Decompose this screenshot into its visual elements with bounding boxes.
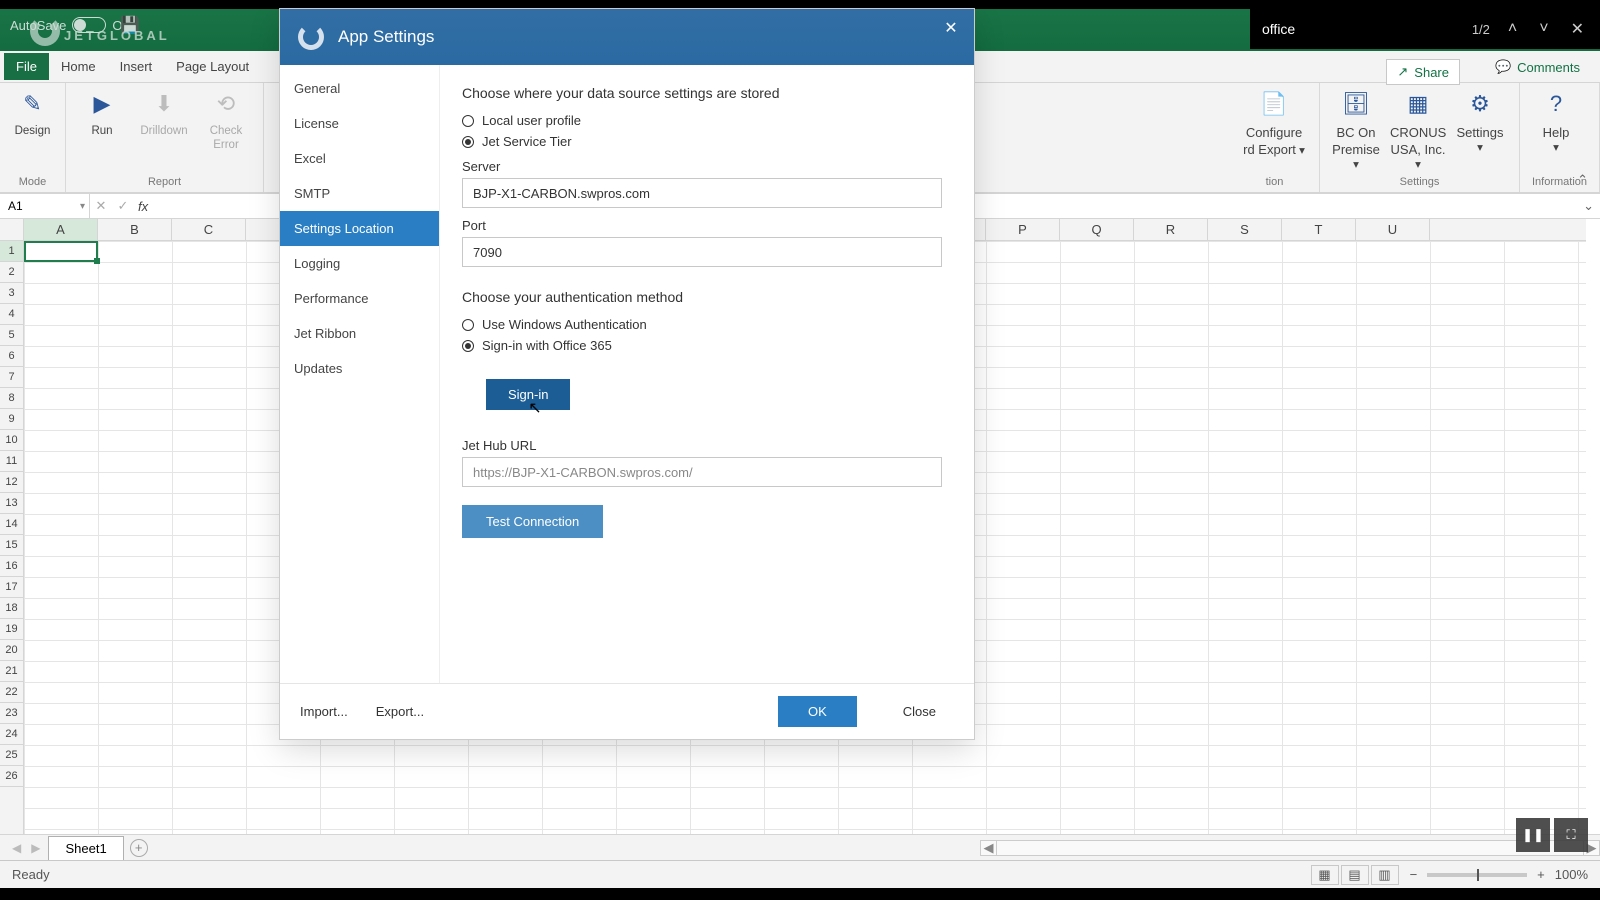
comments-button[interactable]: 💬Comments — [1495, 59, 1580, 75]
app-settings-dialog: App Settings ✕ General License Excel SMT… — [280, 9, 974, 739]
autosave-toggle[interactable]: AutoSave Off — [10, 17, 129, 33]
page-search-bar: office 1/2 ˄ ˅ ✕ — [1250, 9, 1600, 49]
server-input[interactable] — [462, 178, 942, 208]
help-button[interactable]: ?Help▾ — [1528, 87, 1584, 156]
name-box[interactable]: A1 — [0, 194, 90, 218]
cronus-button[interactable]: ▦CRONUS USA, Inc. ▾ — [1390, 87, 1446, 172]
save-icon[interactable]: 💾 — [120, 15, 140, 35]
zoom-in-icon[interactable]: + — [1537, 867, 1545, 882]
dialog-header: App Settings ✕ — [280, 9, 974, 65]
sidebar-item-logging[interactable]: Logging — [280, 246, 439, 281]
pause-icon[interactable]: ❚❚ — [1516, 818, 1550, 852]
sidebar-item-license[interactable]: License — [280, 106, 439, 141]
enter-formula-icon[interactable]: ✓ — [112, 198, 134, 214]
close-button[interactable]: Close — [885, 696, 954, 727]
sheet-nav-next-icon[interactable]: ▶ — [29, 841, 42, 855]
sidebar-item-general[interactable]: General — [280, 71, 439, 106]
normal-view-icon[interactable]: ▦ — [1311, 865, 1339, 885]
search-term: office — [1262, 21, 1458, 37]
dialog-close-icon[interactable]: ✕ — [936, 13, 966, 43]
comment-icon: 💬 — [1495, 59, 1511, 75]
add-sheet-icon[interactable]: + — [130, 839, 148, 857]
export-button[interactable]: Export... — [376, 704, 424, 719]
jet-logo-icon — [298, 24, 324, 50]
ok-button[interactable]: OK — [778, 696, 857, 727]
tab-insert[interactable]: Insert — [108, 53, 165, 80]
design-button[interactable]: ✎Design — [8, 87, 57, 139]
sidebar-item-jet-ribbon[interactable]: Jet Ribbon — [280, 316, 439, 351]
sheet-tab-bar: ◀ ▶ Sheet1 + ◀▶ — [0, 834, 1600, 860]
run-button[interactable]: ▶Run — [74, 87, 130, 139]
sidebar-item-updates[interactable]: Updates — [280, 351, 439, 386]
drilldown-button: ⬇Drilldown — [136, 87, 192, 139]
configure-export-button[interactable]: 📄Configurerd Export ▾ — [1238, 87, 1310, 159]
zoom-out-icon[interactable]: − — [1410, 867, 1418, 882]
brand-watermark: JETGLOBAL — [30, 15, 170, 47]
check-error-button: ⟲Check Error — [198, 87, 254, 153]
sidebar-item-settings-location[interactable]: Settings Location — [280, 211, 439, 246]
horizontal-scrollbar[interactable]: ◀▶ — [980, 840, 1600, 856]
cursor-icon: ↖ — [528, 398, 541, 418]
row-headers[interactable]: 123 456 789 101112 131415 161718 192021 … — [0, 241, 24, 834]
sign-in-button[interactable]: Sign-in↖ — [486, 379, 570, 410]
search-next-icon[interactable]: ˅ — [1535, 18, 1552, 40]
hub-url-label: Jet Hub URL — [462, 438, 952, 453]
dialog-title: App Settings — [338, 27, 434, 47]
tab-home[interactable]: Home — [49, 53, 108, 80]
dialog-main: Choose where your data source settings a… — [440, 65, 974, 683]
radio-local-profile[interactable]: Local user profile — [462, 113, 952, 128]
status-bar: Ready ▦ ▤ ▥ − + 100% — [0, 860, 1600, 888]
import-button[interactable]: Import... — [300, 704, 348, 719]
port-label: Port — [462, 218, 952, 233]
share-button[interactable]: ↗Share — [1386, 59, 1460, 85]
server-label: Server — [462, 159, 952, 174]
sidebar-item-performance[interactable]: Performance — [280, 281, 439, 316]
radio-jet-service-tier[interactable]: Jet Service Tier — [462, 134, 952, 149]
hub-url-input[interactable] — [462, 457, 942, 487]
cancel-formula-icon[interactable]: ✕ — [90, 198, 112, 214]
video-controls: ❚❚ ⛶ — [1516, 818, 1588, 852]
sheet-tab[interactable]: Sheet1 — [48, 836, 123, 860]
storage-heading: Choose where your data source settings a… — [462, 85, 952, 101]
settings-button[interactable]: ⚙Settings▾ — [1452, 87, 1508, 156]
bc-on-premise-button[interactable]: 🗄BC On Premise ▾ — [1328, 87, 1384, 172]
port-input[interactable] — [462, 237, 942, 267]
sidebar-item-smtp[interactable]: SMTP — [280, 176, 439, 211]
dialog-sidebar: General License Excel SMTP Settings Loca… — [280, 65, 440, 683]
collapse-ribbon-icon[interactable]: ⌃ — [1577, 172, 1588, 188]
auth-heading: Choose your authentication method — [462, 289, 952, 305]
search-prev-icon[interactable]: ˄ — [1504, 18, 1521, 40]
radio-windows-auth[interactable]: Use Windows Authentication — [462, 317, 952, 332]
status-text: Ready — [12, 867, 50, 882]
fx-icon[interactable]: fx — [134, 199, 152, 214]
radio-office365[interactable]: Sign-in with Office 365 — [462, 338, 952, 353]
sidebar-item-excel[interactable]: Excel — [280, 141, 439, 176]
fullscreen-icon[interactable]: ⛶ — [1554, 818, 1588, 852]
tab-page-layout[interactable]: Page Layout — [164, 53, 261, 80]
active-cell[interactable] — [24, 241, 98, 262]
expand-formula-icon[interactable]: ⌄ — [1583, 198, 1594, 214]
search-close-icon[interactable]: ✕ — [1567, 17, 1588, 41]
zoom-slider[interactable] — [1427, 873, 1527, 877]
search-count: 1/2 — [1472, 22, 1490, 37]
sheet-nav-prev-icon[interactable]: ◀ — [10, 841, 23, 855]
dialog-footer: Import... Export... OK Close — [280, 683, 974, 739]
test-connection-button[interactable]: Test Connection — [462, 505, 603, 538]
select-all-corner[interactable] — [0, 219, 24, 241]
tab-file[interactable]: File — [4, 53, 49, 80]
share-icon: ↗ — [1397, 64, 1408, 80]
page-break-view-icon[interactable]: ▥ — [1371, 865, 1399, 885]
zoom-level[interactable]: 100% — [1555, 867, 1588, 882]
page-layout-view-icon[interactable]: ▤ — [1341, 865, 1369, 885]
